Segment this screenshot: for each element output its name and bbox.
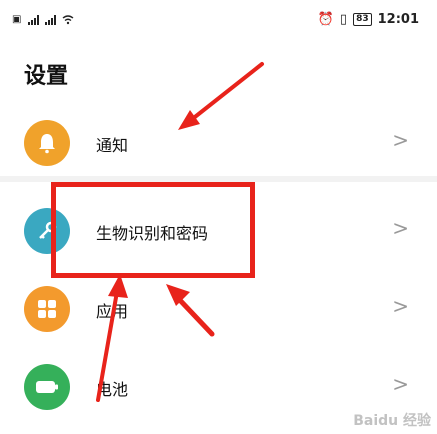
arrow-annotation: [184, 62, 264, 126]
arrow-head: [108, 274, 128, 298]
arrow-head: [178, 110, 200, 130]
settings-screen: ▣ ⏰ ▯ 83 12:01 设置 通知 > 生物识别和密码 > 应用 > 电池…: [0, 0, 437, 434]
arrow-annotation: [96, 284, 120, 402]
arrow-annotation: [173, 293, 215, 337]
arrow-head: [166, 284, 190, 306]
watermark: Baidu 经验: [353, 413, 431, 429]
annotation-arrows: [96, 62, 264, 402]
